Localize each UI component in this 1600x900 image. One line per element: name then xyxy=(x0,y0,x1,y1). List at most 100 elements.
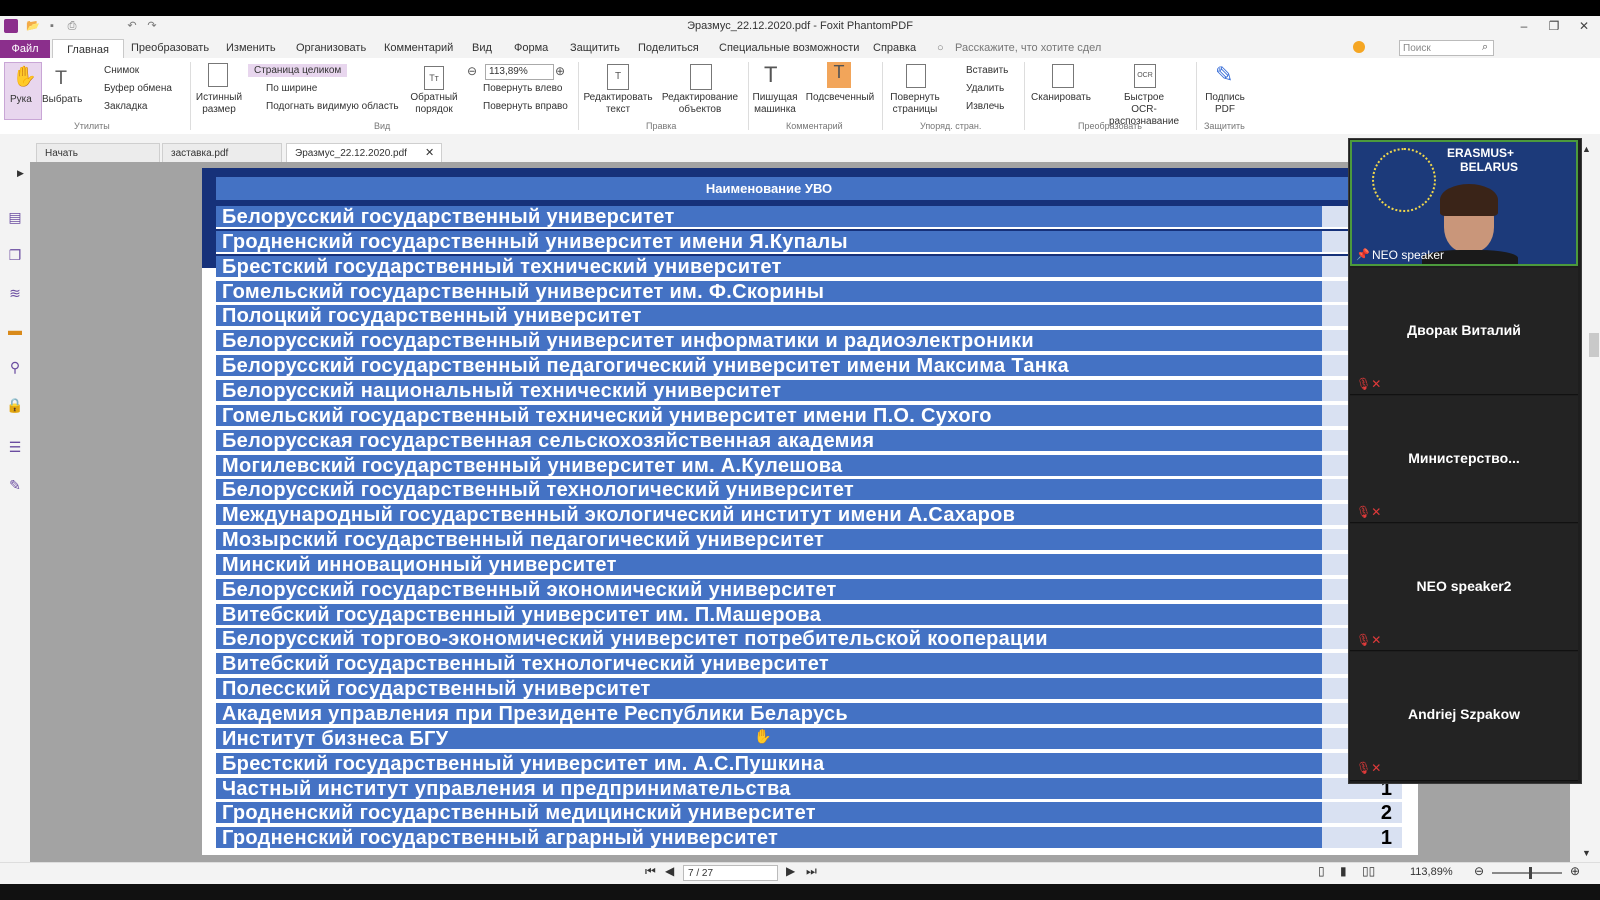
scroll-down-icon[interactable]: ▼ xyxy=(1582,848,1591,858)
insert-button[interactable]: Вставить xyxy=(966,65,1008,76)
rotate-pages-button[interactable]: Повернуть страницы xyxy=(886,92,944,116)
scroll-up-icon[interactable]: ▲ xyxy=(1582,144,1591,154)
lock-icon[interactable]: 🔒 xyxy=(6,396,24,414)
table-row: Гродненский государственный университет … xyxy=(216,231,1322,254)
actual-size-label-1: Истинный xyxy=(195,92,243,103)
zoom-in-icon[interactable]: ⊕ xyxy=(555,64,565,78)
tab-close-icon[interactable]: ✕ xyxy=(425,146,434,159)
group-comment: Комментарий xyxy=(786,121,843,131)
zoom-slider-thumb[interactable] xyxy=(1529,867,1532,879)
sign-icon: ✎ xyxy=(1215,62,1234,87)
select-button[interactable]: Выбрать xyxy=(42,94,82,105)
extract-button[interactable]: Извлечь xyxy=(966,101,1004,112)
prev-page-icon[interactable]: ◀ xyxy=(665,864,674,878)
pin-icon[interactable]: 📌 xyxy=(1356,248,1370,261)
typewriter-icon: T xyxy=(764,62,778,87)
form-icon[interactable]: ☰ xyxy=(6,438,24,456)
search-input[interactable]: Поиск xyxy=(1399,40,1494,56)
highlight-button[interactable]: Подсвеченный xyxy=(802,92,878,104)
single-page-view-icon[interactable]: ▯ xyxy=(1318,864,1325,878)
rotate-left-button[interactable]: Повернуть влево xyxy=(483,83,562,94)
menu-form[interactable]: Форма xyxy=(514,42,548,54)
page-number-input[interactable]: 7 / 27 xyxy=(683,865,778,881)
zoom-out-icon[interactable]: ⊖ xyxy=(467,64,477,78)
menu-edit[interactable]: Изменить xyxy=(226,42,276,54)
menu-share[interactable]: Поделиться xyxy=(638,42,699,54)
table-row: Могилевский государственный университет … xyxy=(216,455,1322,478)
zoom-select[interactable]: 113,89% xyxy=(485,64,554,80)
actual-size-button[interactable]: Истинный размер xyxy=(194,92,244,116)
menu-comment[interactable]: Комментарий xyxy=(384,42,453,54)
tab-zastavka[interactable]: заставка.pdf xyxy=(162,143,282,162)
first-page-icon[interactable]: ⏮ xyxy=(645,864,656,879)
last-page-icon[interactable]: ⏭ xyxy=(806,864,817,879)
snapshot-button[interactable]: Снимок xyxy=(104,65,139,76)
clipboard-button[interactable]: Буфер обмена xyxy=(104,83,172,94)
hand-label: Рука xyxy=(10,94,32,105)
rotate-right-button[interactable]: Повернуть вправо xyxy=(483,101,568,112)
table-row-count: 1 xyxy=(1322,827,1402,850)
zoom-slider[interactable] xyxy=(1492,872,1562,874)
actual-size-icon xyxy=(208,63,228,87)
status-zoom[interactable]: 113,89% xyxy=(1410,866,1453,878)
signature-panel-icon[interactable]: ✎ xyxy=(6,476,24,494)
group-edit: Правка xyxy=(646,121,677,131)
reverse-order-icon: Tт xyxy=(424,66,444,90)
continuous-view-icon[interactable]: ▮ xyxy=(1340,864,1347,878)
reverse-label-1: Обратный xyxy=(410,92,458,103)
facing-view-icon[interactable]: ▯▯ xyxy=(1362,864,1375,878)
menu-organize[interactable]: Организовать xyxy=(296,42,366,54)
fit-width-button[interactable]: По ширине xyxy=(266,83,317,94)
status-zoom-out-icon[interactable]: ⊖ xyxy=(1474,864,1484,878)
minimize-button[interactable]: – xyxy=(1512,17,1536,35)
thumbnails-icon[interactable]: ❐ xyxy=(6,246,24,264)
attachment-icon[interactable]: ⚲ xyxy=(6,358,24,376)
sign-pdf-button[interactable]: Подпись PDF xyxy=(1200,92,1250,116)
tell-me-input[interactable]: Расскажите, что хотите сдел xyxy=(955,42,1101,54)
menu-protect[interactable]: Защитить xyxy=(570,42,620,54)
scan-button[interactable]: Сканировать xyxy=(1028,92,1094,104)
pages-icon[interactable]: ▤ xyxy=(6,208,24,226)
table-row: Минский инновационный университет xyxy=(216,554,1322,577)
search-icon[interactable]: ⌕ xyxy=(1482,41,1488,54)
close-button[interactable]: ✕ xyxy=(1572,17,1596,35)
fit-visible-button[interactable]: Подогнать видимую область xyxy=(266,101,399,112)
menu-convert[interactable]: Преобразовать xyxy=(131,42,209,54)
layers-icon[interactable]: ≋ xyxy=(6,284,24,302)
maximize-button[interactable]: ❐ xyxy=(1542,17,1566,35)
next-page-icon[interactable]: ▶ xyxy=(786,864,795,878)
tab-start[interactable]: Начать xyxy=(36,143,160,162)
table-row: Белорусский государственный университет … xyxy=(216,330,1322,353)
edit-text-button[interactable]: Редактировать текст xyxy=(582,92,654,116)
bookmark-button[interactable]: Закладка xyxy=(104,101,147,112)
tab-erasmus[interactable]: Эразмус_22.12.2020.pdf xyxy=(286,143,442,162)
speaker-video-tile[interactable]: ERASMUS+ BELARUS 📌 NEO speaker xyxy=(1350,140,1578,266)
edit-text-icon: T xyxy=(607,64,629,90)
menu-accessibility[interactable]: Специальные возможности xyxy=(719,42,859,54)
status-zoom-in-icon[interactable]: ⊕ xyxy=(1570,864,1580,878)
participant-name: Andriej Szpakow xyxy=(1407,706,1521,722)
menu-help[interactable]: Справка xyxy=(873,42,916,54)
notification-icon[interactable] xyxy=(1353,41,1365,53)
comments-icon[interactable]: ▬ xyxy=(6,321,24,339)
reverse-order-button[interactable]: Обратный порядок xyxy=(408,92,460,116)
menu-file[interactable]: Файл xyxy=(0,40,50,58)
fit-page-button[interactable]: Страница целиком xyxy=(248,64,348,77)
group-protect: Защитить xyxy=(1204,121,1245,131)
table-row: Белорусский национальный технический уни… xyxy=(216,380,1322,403)
delete-button[interactable]: Удалить xyxy=(966,83,1004,94)
panel-toggle-icon[interactable]: ▶ xyxy=(17,168,24,179)
separator xyxy=(578,62,579,130)
scroll-thumb[interactable] xyxy=(1589,333,1599,357)
bottom-black-bar xyxy=(0,884,1600,900)
edit-text-label-2: текст xyxy=(605,104,631,115)
speaker-name: NEO speaker xyxy=(1372,248,1445,262)
group-convert: Преобразовать xyxy=(1078,121,1142,131)
table-row: Белорусский государственный педагогическ… xyxy=(216,355,1322,378)
typewriter-button[interactable]: Пишущая машинка xyxy=(752,92,798,116)
table-row: Академия управления при Президенте Респу… xyxy=(216,703,1322,726)
menu-home[interactable]: Главная xyxy=(52,39,124,60)
edit-object-button[interactable]: Редактирование объектов xyxy=(656,92,744,116)
table-row: Белорусский государственный экономически… xyxy=(216,579,1322,602)
menu-view[interactable]: Вид xyxy=(472,42,492,54)
